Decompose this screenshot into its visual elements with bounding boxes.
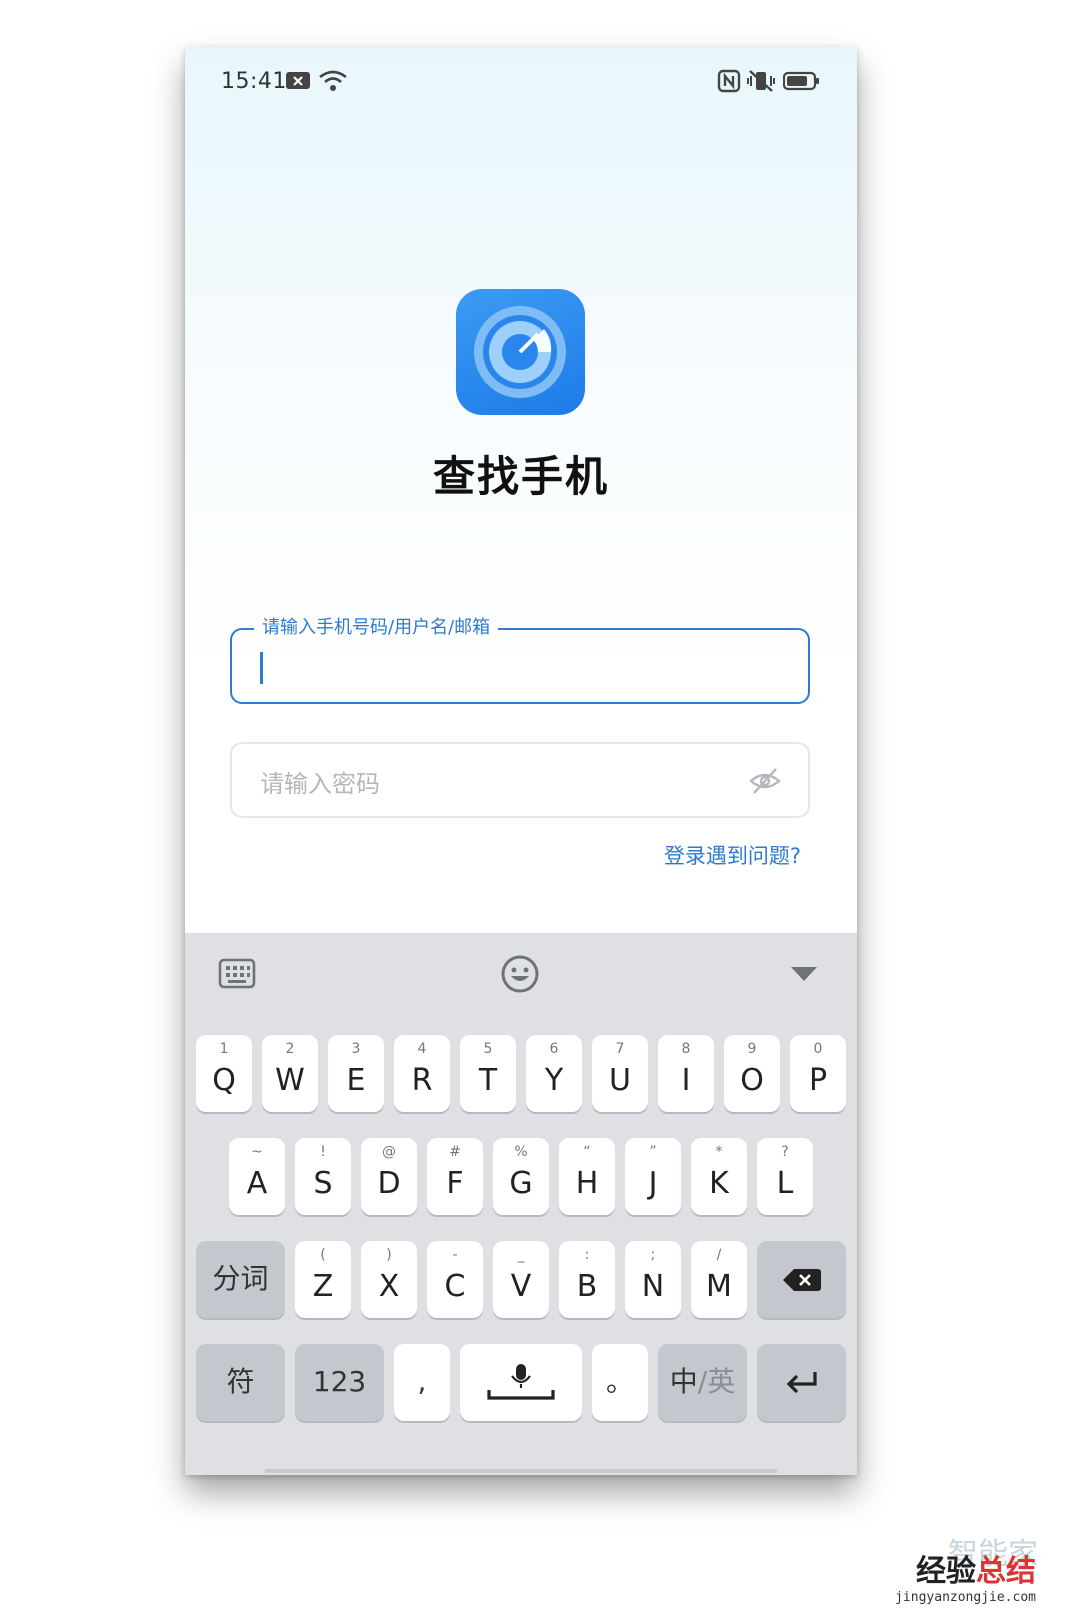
key-t[interactable]: 5T [460,1035,516,1112]
key-z[interactable]: (Z [295,1241,351,1318]
nfc-icon [717,69,741,93]
password-placeholder: 请输入密码 [260,770,380,798]
space-key[interactable] [460,1344,582,1421]
key-n[interactable]: ; N [625,1241,681,1318]
key-q[interactable]: 1Q [196,1035,252,1112]
symbol-key[interactable]: 符 [196,1344,285,1421]
key-r[interactable]: 4R [394,1035,450,1112]
key-j[interactable]: ” J [625,1138,681,1215]
collapse-icon[interactable] [788,963,820,985]
backspace-key[interactable] [757,1241,846,1318]
backspace-icon [783,1269,821,1291]
watermark-title-red: 总结 [976,1554,1036,1589]
watermark-title-black: 经验 [916,1554,976,1589]
notification-x-icon [286,72,310,89]
status-time: 15:41 [221,69,287,94]
radar-icon [456,289,585,415]
key-p[interactable]: 0P [790,1035,846,1112]
key-e[interactable]: 3E [328,1035,384,1112]
key-x[interactable]: ) X [361,1241,417,1318]
enter-key[interactable] [757,1344,846,1421]
home-indicator [265,1469,777,1473]
password-input[interactable]: 请输入密码 [230,742,810,818]
account-input[interactable]: 请输入手机号码/用户名/邮箱 [230,616,810,704]
text-cursor [260,652,263,684]
segment-key[interactable]: 分词 [196,1241,285,1318]
key-o[interactable]: 9O [724,1035,780,1112]
login-help-link[interactable]: 登录遇到问题? [664,840,801,870]
status-bar: 15:41 [185,47,857,117]
microphone-icon [487,1364,555,1400]
language-switch-key[interactable]: 中/英 [658,1344,747,1421]
app-title: 查找手机 [432,452,609,501]
comma-key[interactable]: , [394,1344,450,1421]
key-y[interactable]: 6Y [526,1035,582,1112]
wifi-icon [319,70,347,91]
lang-cn-label: 中 [669,1365,698,1398]
numbers-key[interactable]: 123 [295,1344,384,1421]
key-l[interactable]: ? L [757,1138,813,1215]
enter-icon [786,1372,817,1394]
eye-hidden-icon[interactable] [748,766,782,796]
phone-screen: 15:41 查找手机 请输入手机号码/用户名/邮箱 请输入密码 登录遇到问题? … [185,47,857,1475]
key-b[interactable]: :B [559,1241,615,1318]
keyboard-icon[interactable] [218,957,256,989]
key-g[interactable]: % G [493,1138,549,1215]
key-v[interactable]: _ V [493,1241,549,1318]
key-w[interactable]: 2W [262,1035,318,1112]
battery-icon [783,71,819,91]
key-k[interactable]: * K [691,1138,747,1215]
key-h[interactable]: “H [559,1138,615,1215]
key-a[interactable]: ~ A [229,1138,285,1215]
key-c[interactable]: -C [427,1241,483,1318]
watermark-url: jingyanzongjie.com [895,1590,1036,1605]
key-m[interactable]: / M [691,1241,747,1318]
soft-keyboard: 1Q 2W 3E 4R 5T 6Y 7U 8I 9O 0P ~ A ! S @ D #… [185,933,857,1475]
key-u[interactable]: 7U [592,1035,648,1112]
watermark: 经验总结 jingyanzongjie.com [895,1546,1036,1605]
key-i[interactable]: 8I [658,1035,714,1112]
key-f[interactable]: # F [427,1138,483,1215]
period-key[interactable]: 。 [592,1344,648,1421]
key-s[interactable]: ! S [295,1138,351,1215]
account-input-label: 请输入手机号码/用户名/邮箱 [254,616,499,640]
key-d[interactable]: @ D [361,1138,417,1215]
vibrate-mute-icon [747,70,775,92]
lang-en-label: /英 [697,1365,736,1398]
keyboard-toolbar [185,933,857,1013]
emoji-icon[interactable] [500,954,540,994]
